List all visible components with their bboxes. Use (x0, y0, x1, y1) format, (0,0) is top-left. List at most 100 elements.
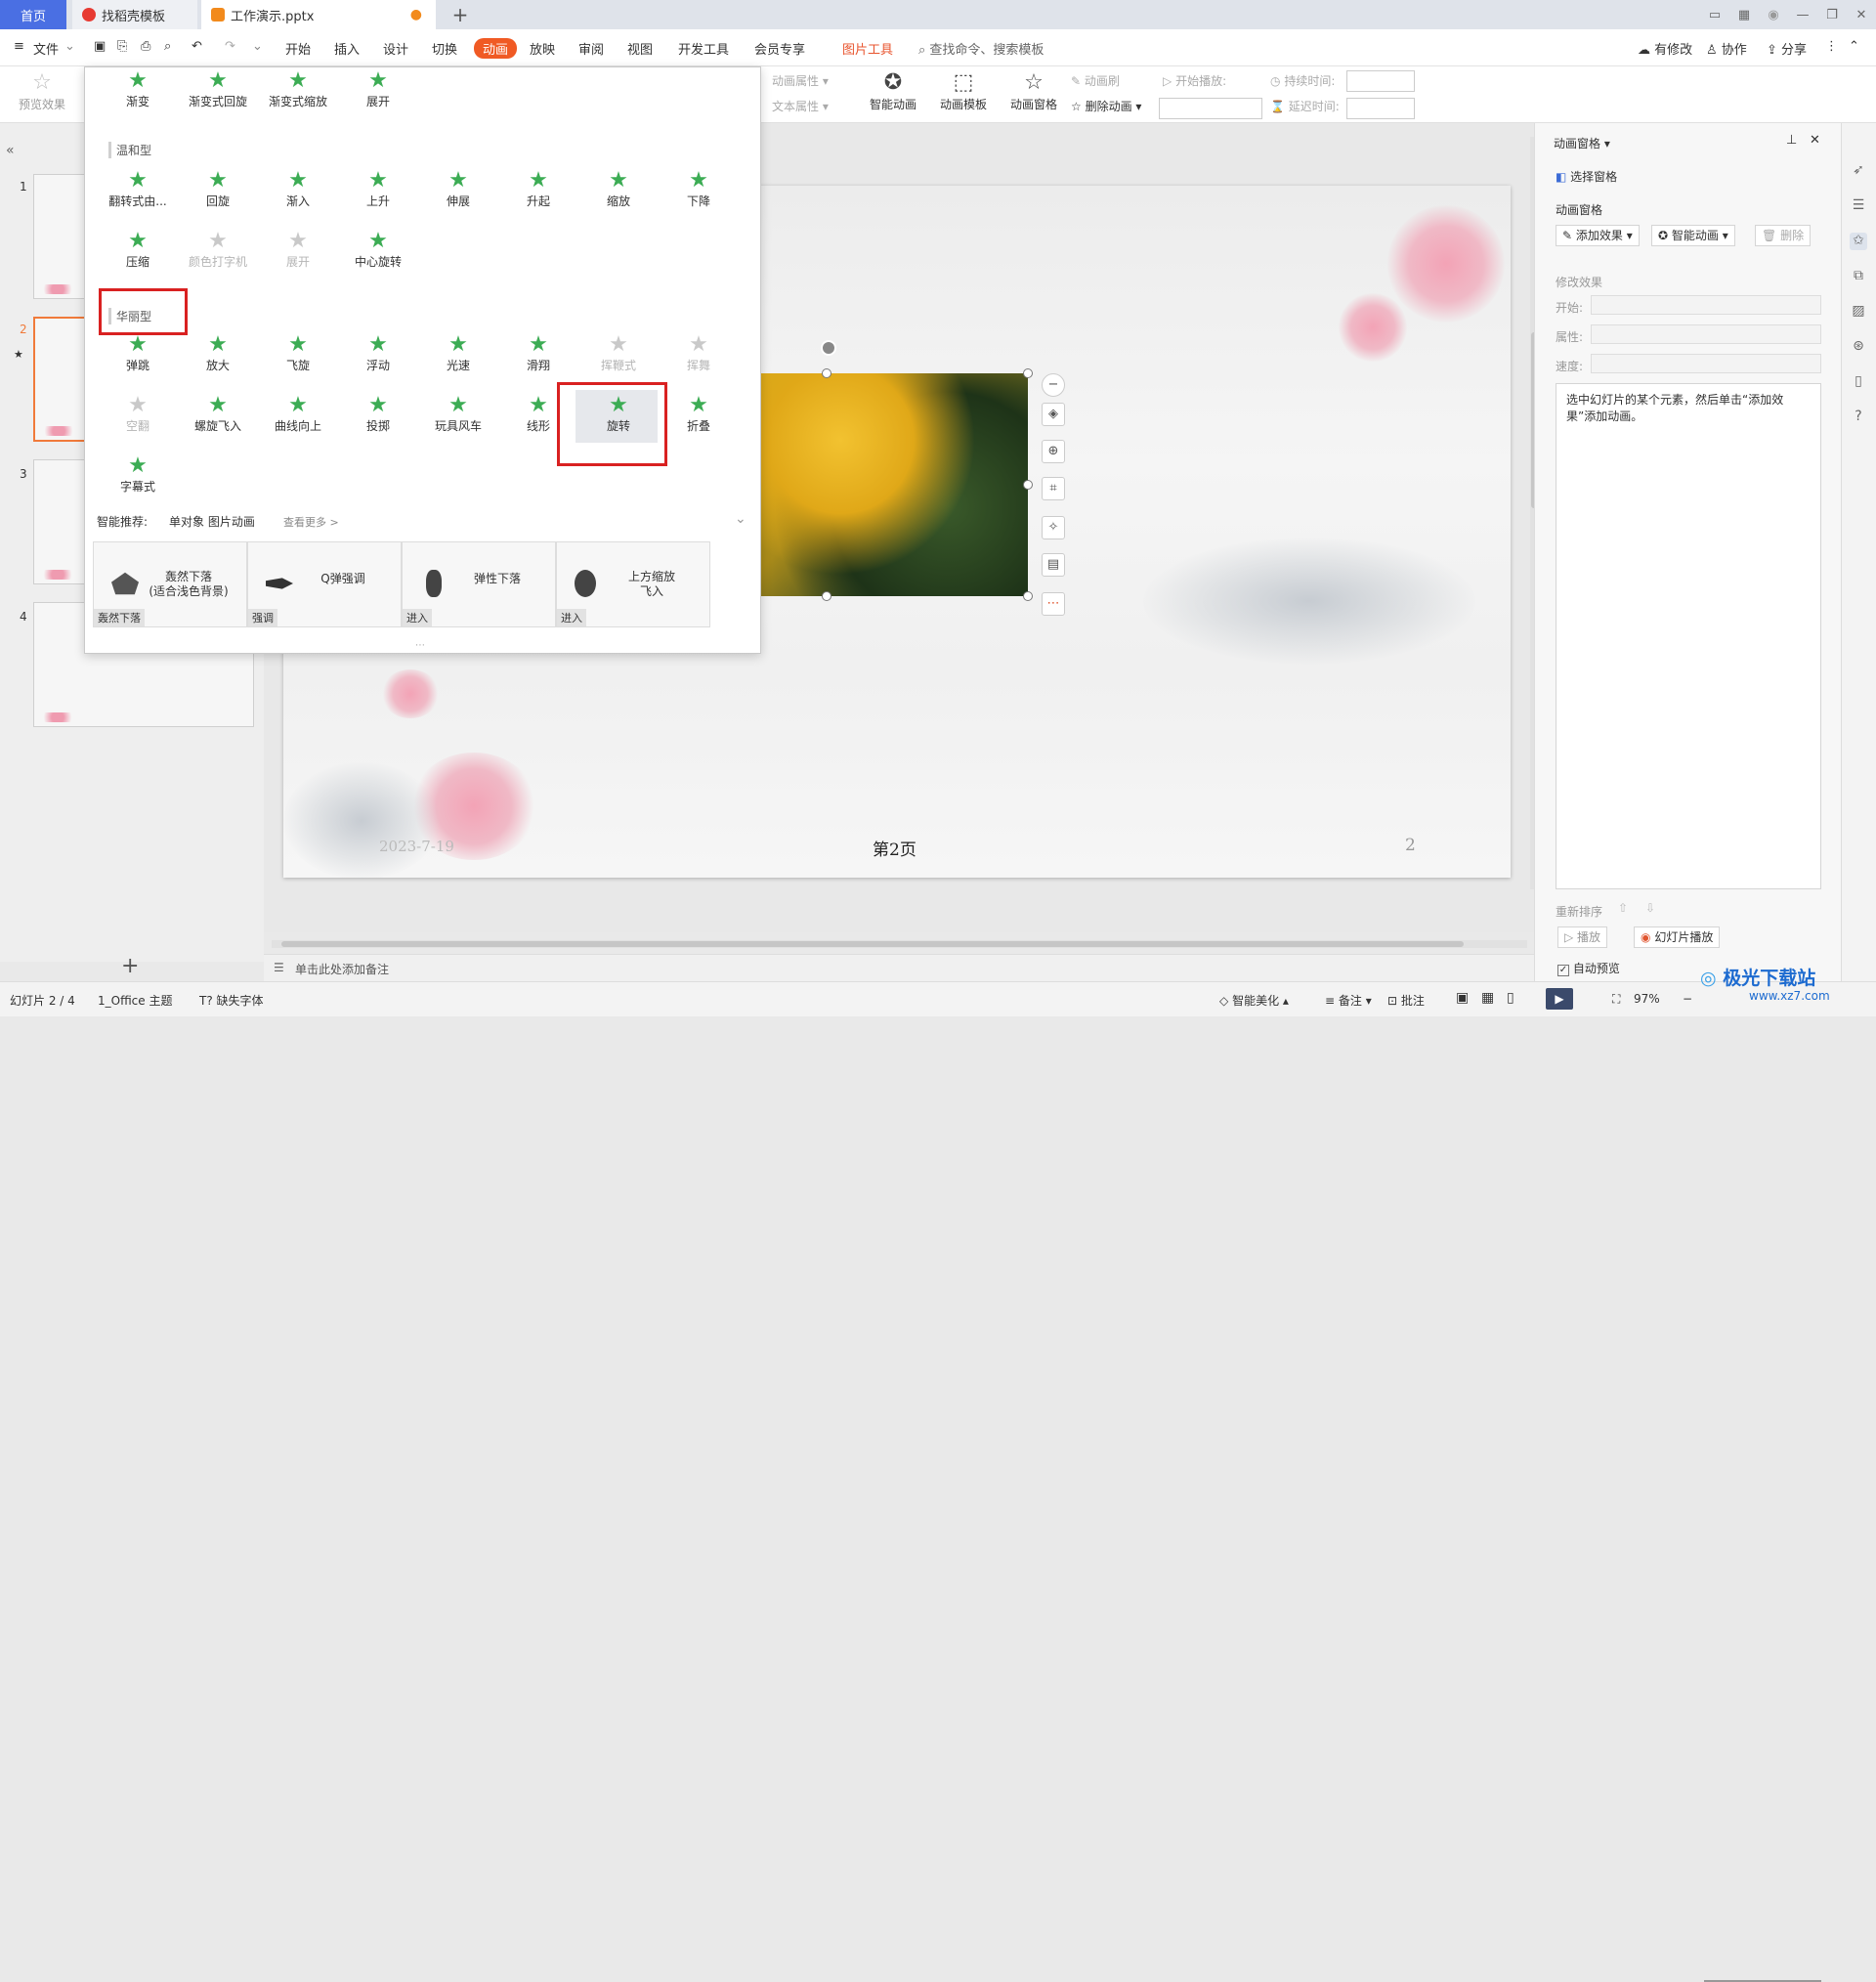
resize-handle[interactable] (822, 591, 831, 601)
effect-fade[interactable]: ★ 渐变 (104, 69, 172, 109)
recommend-card-4[interactable]: 上方缩放 飞入 进入 (556, 541, 710, 627)
speed-select[interactable] (1591, 354, 1821, 373)
menu-tab-member[interactable]: 会员专享 (754, 39, 805, 58)
resize-handle[interactable] (1023, 591, 1033, 601)
move-down-icon[interactable]: ⇩ (1645, 901, 1655, 915)
effect-somersault[interactable]: ★ 空翻 (104, 394, 172, 434)
collapse-ribbon-icon[interactable]: ⌃ (1849, 39, 1859, 54)
anim-pane-button[interactable]: ☆ 动画窗格 (1006, 70, 1061, 112)
start-select[interactable] (1591, 295, 1821, 315)
more-tools-icon[interactable]: ⋯ (1042, 592, 1065, 616)
effect-zoom[interactable]: ★ 缩放 (584, 169, 653, 209)
book-icon[interactable]: ▯ (1850, 373, 1867, 391)
see-more-link[interactable]: 查看更多 > (283, 514, 339, 530)
normal-view-icon[interactable]: ▣ (1456, 990, 1469, 1006)
redo-icon[interactable]: ↷ (225, 39, 235, 54)
tab-template[interactable]: 找稻壳模板 (72, 0, 197, 29)
anim-brush-button[interactable]: ✎ 动画刷 (1071, 72, 1120, 89)
effect-float[interactable]: ★ 浮动 (344, 333, 412, 373)
menu-tab-view[interactable]: 视图 (627, 39, 653, 58)
play-preview-button[interactable]: ▷ 播放 (1557, 926, 1608, 948)
image-icon[interactable]: ▤ (1042, 553, 1065, 577)
effect-swivel[interactable]: ★ 回旋 (184, 169, 252, 209)
notes-bar[interactable]: ☰ 单击此处添加备注 (264, 954, 1534, 981)
modified-button[interactable]: ☁ 有修改 (1638, 39, 1692, 58)
print-icon[interactable]: ⎙ (141, 39, 150, 54)
smart-anim-button[interactable]: ✪ 智能动画 (864, 70, 922, 112)
duration-input[interactable] (1346, 70, 1415, 92)
effect-expand[interactable]: ★ 展开 (344, 69, 412, 109)
effect-toss[interactable]: ★ 投掷 (344, 394, 412, 434)
export-icon[interactable]: ⎘ (117, 39, 127, 54)
menu-tab-picture-tools[interactable]: 图片工具 (842, 39, 893, 58)
zoom-out-icon[interactable]: − (1042, 373, 1065, 397)
settings-sliders-icon[interactable]: ☰ (1850, 197, 1867, 215)
copy-icon[interactable]: ⧉ (1850, 268, 1867, 285)
location-icon[interactable]: ⊛ (1850, 338, 1867, 356)
collab-button[interactable]: ♙ 协作 (1706, 39, 1747, 58)
recommend-card-1[interactable]: 轰然下落 (适合浅色背景) 轰然下落 (93, 541, 247, 627)
expand-chevron-icon[interactable]: ⌄ (735, 511, 746, 527)
effect-unfold[interactable]: ★ 展开 (264, 230, 332, 270)
menu-file[interactable]: 文件 (33, 39, 59, 58)
search-command[interactable]: ⌕ 查找命令、搜索模板 (918, 39, 1044, 58)
recommend-card-3[interactable]: 弹性下落 进入 (402, 541, 556, 627)
effect-flip[interactable]: ★ 翻转式由... (104, 169, 172, 209)
preview-effect-button[interactable]: ☆ 预览效果 (10, 70, 74, 112)
undo-icon[interactable]: ↶ (192, 39, 202, 54)
anim-props-button[interactable]: 动画属性 ▾ (772, 72, 829, 89)
add-slide-button[interactable]: + (121, 954, 139, 978)
effect-wave[interactable]: ★ 挥舞 (664, 333, 733, 373)
menu-tab-insert[interactable]: 插入 (334, 39, 360, 58)
restore-icon[interactable]: ❐ (1817, 8, 1847, 22)
effect-glide[interactable]: ★ 滑翔 (504, 333, 573, 373)
effect-light-speed[interactable]: ★ 光速 (424, 333, 492, 373)
minimize-icon[interactable]: — (1788, 8, 1817, 22)
notes-toggle[interactable]: ≡ 备注 ▾ (1325, 992, 1372, 1009)
rotate-handle[interactable] (821, 340, 836, 356)
missing-font-button[interactable]: T? 缺失字体 (199, 992, 264, 1009)
auto-preview-checkbox[interactable]: ✓ 自动预览 (1557, 960, 1620, 976)
effect-whip[interactable]: ★ 挥鞭式 (584, 333, 653, 373)
close-icon[interactable]: ✕ (1847, 8, 1876, 22)
delete-effect-button[interactable]: 🗑 删除 (1755, 225, 1812, 246)
bulb-icon[interactable]: ✧ (1042, 516, 1065, 539)
property-select[interactable] (1591, 324, 1821, 344)
crop-icon[interactable]: ⌗ (1042, 477, 1065, 500)
effect-fold[interactable]: ★ 折叠 (664, 394, 733, 434)
save-icon[interactable]: ▣ (94, 39, 106, 54)
fit-icon[interactable]: ⛶ (1612, 992, 1620, 1007)
collapse-panel-icon[interactable]: « (6, 143, 15, 158)
effect-credits[interactable]: ★ 字幕式 (104, 454, 172, 495)
theme-name[interactable]: 1_Office 主题 (98, 992, 172, 1009)
menu-tab-review[interactable]: 审阅 (578, 39, 604, 58)
slideshow-button[interactable]: ◉ 幻灯片播放 (1634, 926, 1721, 948)
pin-icon[interactable]: ⊥ (1786, 133, 1797, 148)
pane-title[interactable]: 动画窗格 ▾ (1554, 135, 1610, 151)
menu-tab-slideshow[interactable]: 放映 (530, 39, 555, 58)
menu-tab-developer[interactable]: 开发工具 (678, 39, 729, 58)
delete-anim-button[interactable]: ☆ 删除动画 ▾ (1071, 98, 1141, 114)
notes-placeholder[interactable]: 单击此处添加备注 (295, 961, 389, 977)
effect-spiral-in[interactable]: ★ 螺旋飞入 (184, 394, 252, 434)
effect-toy-pinwheel[interactable]: ★ 玩具风车 (424, 394, 492, 434)
recommend-card-2[interactable]: Q弹强调 强调 (247, 541, 402, 627)
dart-icon[interactable]: ➶ (1850, 162, 1867, 180)
effect-fade-in[interactable]: ★ 渐入 (264, 169, 332, 209)
avatar[interactable]: ◉ (1759, 8, 1788, 22)
play-slideshow-icon[interactable]: ▶ (1546, 988, 1573, 1010)
tab-home[interactable]: 首页 (0, 0, 66, 29)
apps-icon[interactable]: ▦ (1729, 8, 1759, 22)
help-icon[interactable]: ? (1850, 409, 1867, 426)
resize-handle[interactable] (822, 368, 831, 378)
effect-compress[interactable]: ★ 压缩 (104, 230, 172, 270)
effect-bounce[interactable]: ★ 弹跳 (104, 333, 172, 373)
picture-icon[interactable]: ▨ (1850, 303, 1867, 321)
effect-stretch[interactable]: ★ 伸展 (424, 169, 492, 209)
hamburger-icon[interactable]: ≡ (14, 39, 24, 54)
effect-fade-zoom[interactable]: ★ 渐变式缩放 (264, 69, 332, 109)
effect-fade-swivel[interactable]: ★ 渐变式回旋 (184, 69, 252, 109)
delay-input[interactable] (1346, 98, 1415, 119)
resize-grip-icon[interactable]: ⋯ (415, 640, 425, 651)
anim-template-button[interactable]: ⬚ 动画模板 (934, 70, 993, 112)
